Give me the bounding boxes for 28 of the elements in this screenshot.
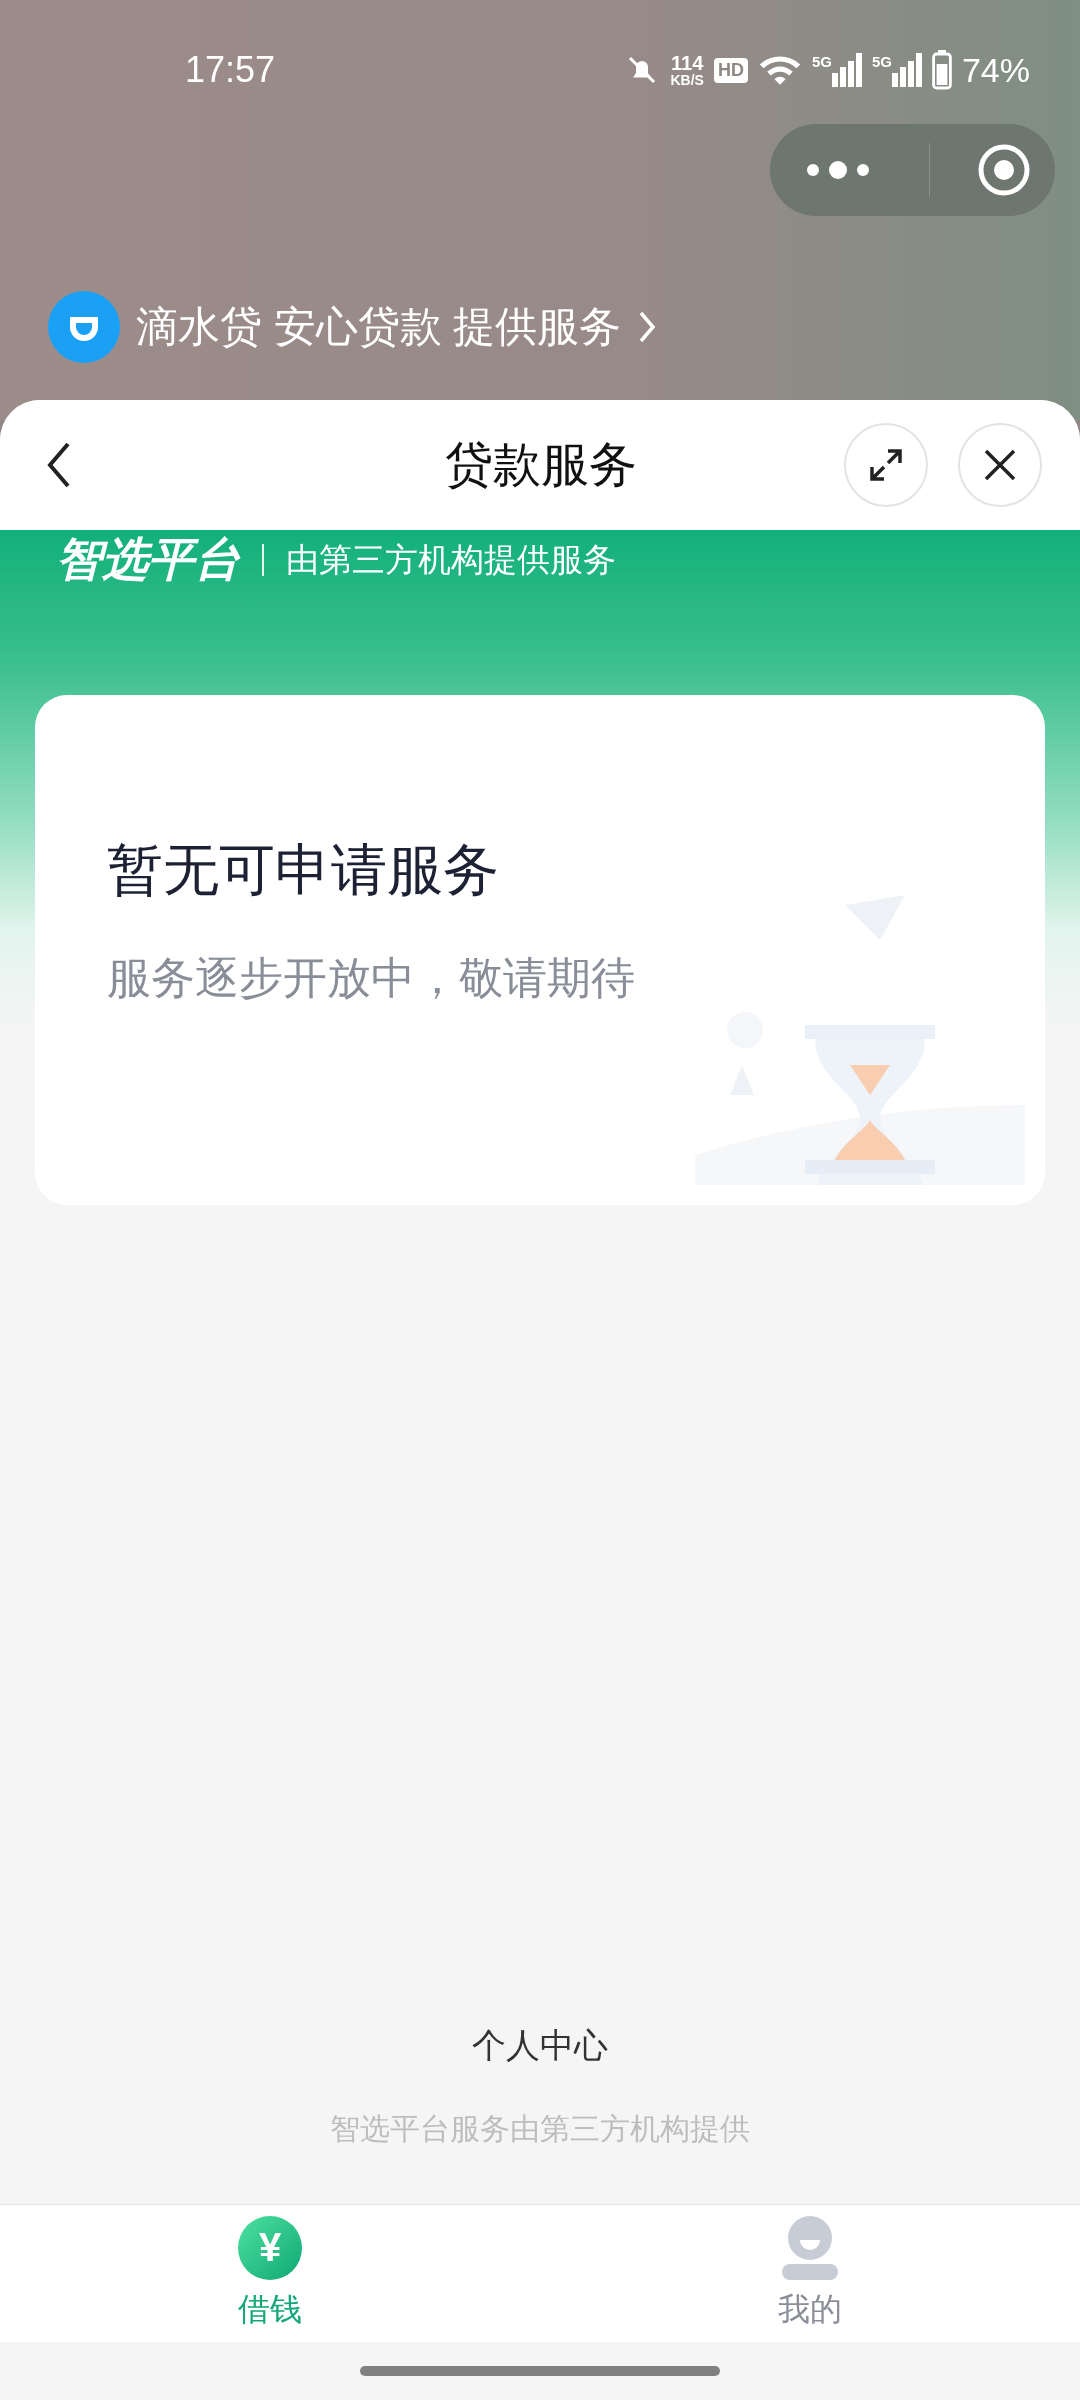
tab-label: 我的: [778, 2289, 842, 2329]
provider-banner-link[interactable]: 滴水贷 安心贷款 提供服务: [136, 299, 622, 355]
sheet-title: 贷款服务: [445, 437, 637, 493]
personal-center-link[interactable]: 个人中心: [472, 2023, 608, 2069]
battery-percent: 74%: [961, 50, 1030, 90]
empty-state-subtitle: 服务逐步开放中，敬请期待: [107, 951, 635, 1004]
battery-icon: [931, 50, 952, 90]
person-icon: [779, 2215, 841, 2280]
wifi-icon: [757, 53, 802, 87]
chevron-right-icon: [637, 309, 658, 345]
net-speed: 114: [671, 53, 704, 73]
close-mini-program-icon[interactable]: [976, 142, 1032, 198]
network-type: 5G: [811, 53, 832, 70]
tab-item[interactable]: 我的: [540, 2205, 1080, 2342]
signal-icon: [831, 53, 862, 87]
net-speed-unit: KB/S: [670, 73, 704, 87]
network-type: 5G: [871, 53, 892, 70]
yen-icon: ¥: [238, 2215, 302, 2280]
hd-badge: HD: [713, 57, 748, 83]
platform-brand: 智选平台: [56, 532, 240, 587]
empty-state-title: 暂无可申请服务: [107, 836, 500, 903]
platform-tagline: 由第三方机构提供服务: [286, 539, 616, 580]
provider-logo-icon: [48, 291, 120, 363]
signal-icon: [891, 53, 922, 87]
footer-note: 智选平台服务由第三方机构提供: [330, 2111, 750, 2147]
tab-label: 借钱: [238, 2289, 302, 2329]
status-time: 17:57: [185, 49, 276, 91]
tab-item[interactable]: ¥ 借钱: [0, 2205, 540, 2342]
